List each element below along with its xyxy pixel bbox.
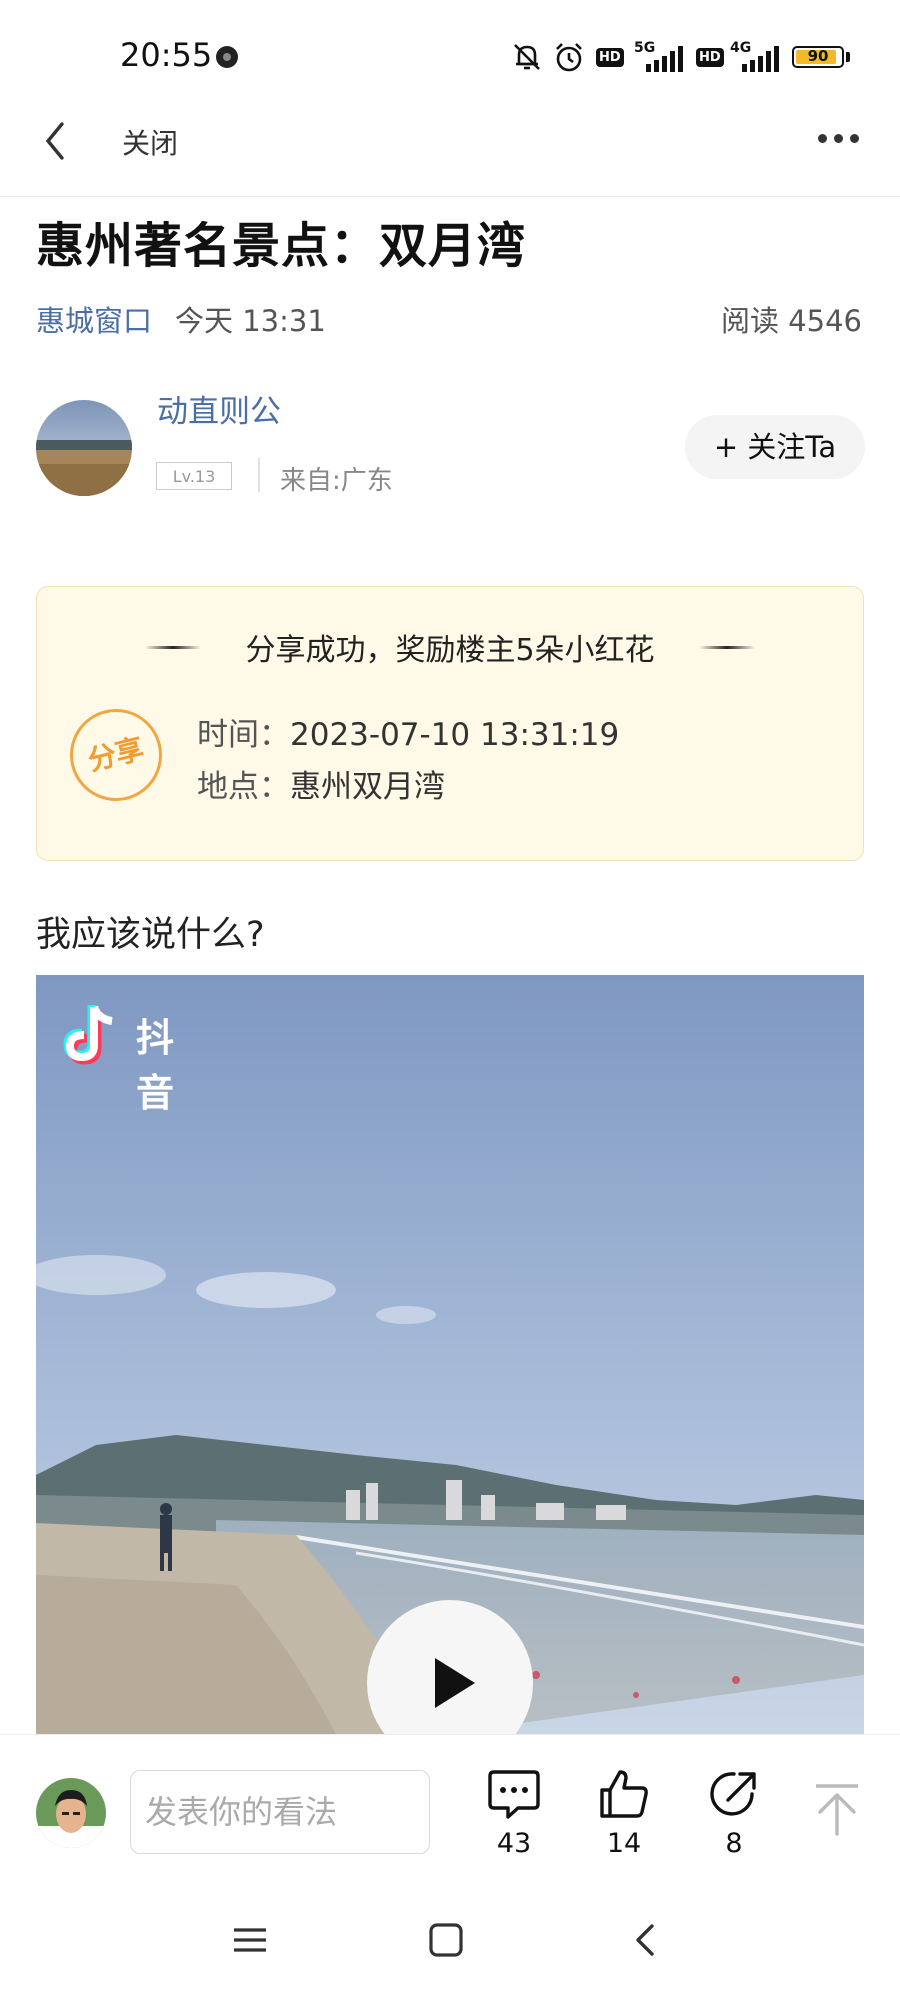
hd-badge: HD xyxy=(596,48,624,67)
my-avatar[interactable] xyxy=(36,1778,106,1848)
author-name[interactable]: 动直则公 xyxy=(157,386,281,431)
battery-icon: 90 xyxy=(792,46,844,68)
share-stamp-icon: 分享 xyxy=(60,699,172,811)
share-time-row: 时间：2023-07-10 13:31:19 xyxy=(197,709,619,754)
alarm-icon xyxy=(556,43,582,72)
nav-divider xyxy=(0,196,900,197)
hd-badge-2: HD xyxy=(696,48,724,67)
level-badge: Lv.13 xyxy=(156,462,232,490)
video-brand-label: 抖音 xyxy=(136,1016,176,1115)
thumbs-up-icon xyxy=(600,1770,648,1818)
more-button[interactable] xyxy=(818,128,859,147)
author-avatar[interactable] xyxy=(36,400,132,496)
share-action[interactable]: 8 xyxy=(694,1766,774,1859)
follow-button[interactable]: + 关注Ta xyxy=(685,415,865,479)
comment-icon xyxy=(488,1770,540,1819)
share-place-row: 地点：惠州双月湾 xyxy=(197,761,445,806)
share-count: 8 xyxy=(725,1828,743,1859)
share-time-label: 时间： xyxy=(197,717,290,753)
read-count: 阅读 4546 xyxy=(720,304,862,338)
meta-divider xyxy=(258,458,260,492)
menu-icon[interactable] xyxy=(232,1922,268,1958)
video-player[interactable]: 抖音 xyxy=(36,975,864,1735)
comment-count: 43 xyxy=(496,1828,532,1859)
notification-dot-icon xyxy=(216,46,238,68)
battery-tip xyxy=(846,52,850,62)
share-place-label: 地点： xyxy=(197,769,290,805)
post-text: 我应该说什么? xyxy=(36,915,265,955)
comment-action[interactable]: 43 xyxy=(474,1766,554,1859)
status-time: 20:55 xyxy=(120,36,213,74)
article-title: 惠州著名景点：双月湾 xyxy=(36,218,527,274)
like-count: 14 xyxy=(606,1828,642,1859)
share-icon xyxy=(710,1772,756,1816)
post-time: 今天 13:31 xyxy=(175,304,326,338)
author-location: 来自:广东 xyxy=(280,466,393,496)
like-action[interactable]: 14 xyxy=(584,1766,664,1859)
more-dots-icon xyxy=(818,134,827,143)
comment-input[interactable] xyxy=(130,1770,430,1854)
battery-percent: 90 xyxy=(807,47,829,65)
back-to-top-icon[interactable] xyxy=(812,1782,862,1838)
share-reward-card: 分享成功，奖励楼主5朵小红花 分享 时间：2023-07-10 13:31:19… xyxy=(36,586,864,861)
system-back-icon[interactable] xyxy=(628,1922,664,1958)
signal-icon-2 xyxy=(742,46,779,72)
headline-dash-right xyxy=(699,646,755,649)
close-button[interactable]: 关闭 xyxy=(122,122,178,162)
back-chevron-icon[interactable] xyxy=(40,118,70,164)
mute-bell-icon xyxy=(514,44,540,70)
channel-link[interactable]: 惠城窗口 xyxy=(36,298,152,340)
share-time-value: 2023-07-10 13:31:19 xyxy=(290,717,620,753)
tiktok-logo-icon xyxy=(63,1005,113,1065)
play-icon xyxy=(435,1658,475,1708)
home-icon[interactable] xyxy=(428,1922,464,1958)
signal-icon xyxy=(646,46,683,72)
share-place-value: 惠州双月湾 xyxy=(290,769,445,805)
